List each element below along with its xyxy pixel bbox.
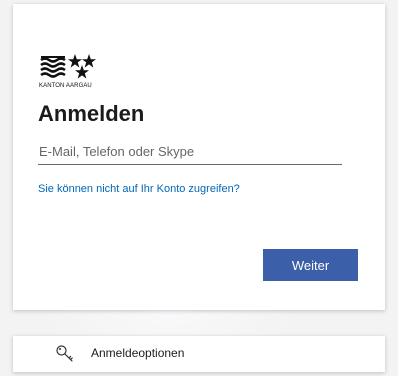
next-button[interactable]: Weiter xyxy=(263,249,358,281)
page-title: Anmelden xyxy=(38,101,145,126)
brand-logo: KANTON AARGAU xyxy=(39,52,109,94)
signin-options-button[interactable]: Anmeldeoptionen xyxy=(13,336,385,372)
email-field[interactable] xyxy=(38,138,342,165)
kanton-aargau-coat-of-arms-icon xyxy=(40,54,96,79)
brand-logo-text: KANTON AARGAU xyxy=(39,83,92,89)
cant-access-account-link[interactable]: Sie können nicht auf Ihr Konto zugreifen… xyxy=(38,183,240,195)
key-icon xyxy=(56,345,73,362)
signin-options-label: Anmeldeoptionen xyxy=(91,346,185,360)
signin-card: KANTON AARGAU Anmelden Sie können nicht … xyxy=(13,4,385,310)
